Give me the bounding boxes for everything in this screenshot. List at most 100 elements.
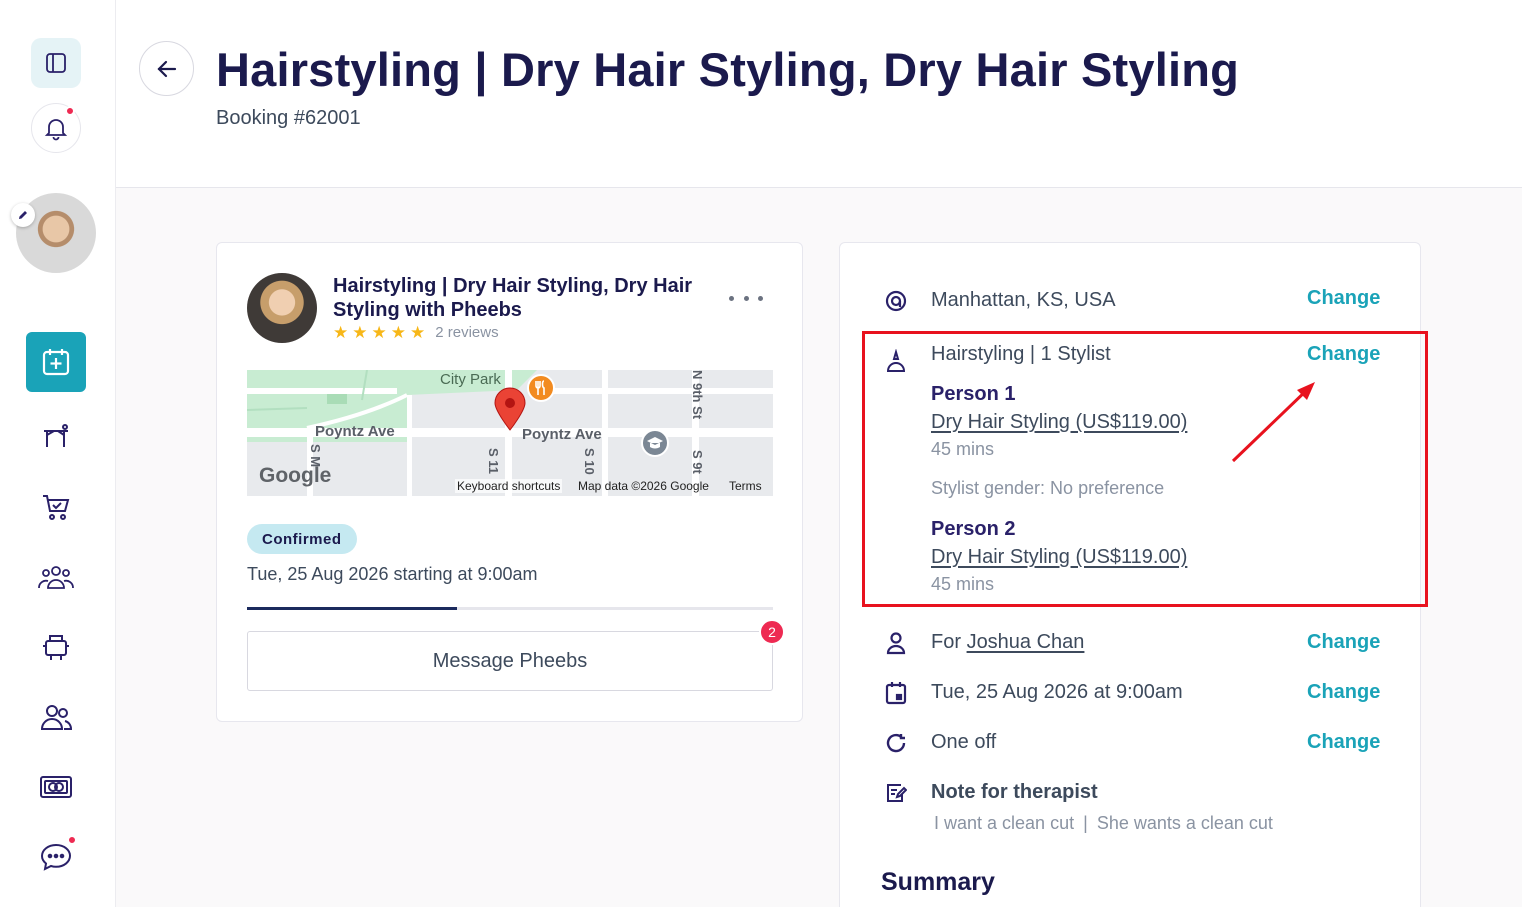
chat-icon xyxy=(40,843,72,871)
nav-team[interactable] xyxy=(31,557,81,597)
storefront-icon xyxy=(43,635,69,660)
client-row: For Joshua Chan xyxy=(931,631,1084,654)
for-prefix: For xyxy=(931,631,961,653)
booking-details-card: Manhattan, KS, USA Change Hairstyling | … xyxy=(839,242,1421,907)
map-label-poyntz-right: Poyntz Ave xyxy=(522,426,602,443)
google-logo: Google xyxy=(259,464,332,487)
map-data-credit: Map data ©2026 Google xyxy=(578,479,709,493)
stylist-gender: Stylist gender: No preference xyxy=(931,478,1165,498)
person-1-label: Person 1 xyxy=(931,383,1016,405)
frequency-row-icon xyxy=(884,731,908,755)
change-client-button[interactable]: Change xyxy=(1307,631,1380,654)
team-icon xyxy=(38,566,74,589)
map-label-s9: S 9t xyxy=(690,450,705,474)
booking-date: Tue, 25 Aug 2026 starting at 9:00am xyxy=(247,564,538,584)
map-label-city-park: City Park xyxy=(440,371,501,388)
rating-stars: ★ ★ ★ ★ ★ 2 reviews xyxy=(333,324,499,341)
unread-messages-badge: 2 xyxy=(759,619,785,645)
hair-treatment-icon xyxy=(886,349,906,372)
dot-icon xyxy=(743,295,749,301)
dot-icon xyxy=(758,295,763,301)
booking-frequency: One off xyxy=(931,731,997,753)
bell-icon xyxy=(44,119,68,141)
person-2-service-link[interactable]: Dry Hair Styling (US$119.00) xyxy=(931,546,1187,569)
sidebar xyxy=(0,0,116,907)
map-label-s10: S 10 xyxy=(582,448,597,475)
change-service-button[interactable]: Change xyxy=(1307,343,1380,366)
note-title: Note for therapist xyxy=(931,781,1098,803)
person-1-service-link[interactable]: Dry Hair Styling (US$119.00) xyxy=(931,411,1187,434)
location-map[interactable]: City Park Poyntz Ave Poyntz Ave S 11 S 1… xyxy=(247,370,773,496)
pro-booking-card: Hairstyling | Dry Hair Styling, Dry Hair… xyxy=(216,242,803,722)
person-1-duration: 45 mins xyxy=(931,439,995,459)
change-datetime-button[interactable]: Change xyxy=(1307,681,1380,704)
panel-toggle-icon xyxy=(46,53,66,73)
sidebar-toggle-button[interactable] xyxy=(31,38,81,88)
map-label-poyntz-left: Poyntz Ave xyxy=(315,423,395,440)
booking-progress-bar xyxy=(247,607,773,610)
reviews-count[interactable]: 2 reviews xyxy=(435,324,498,341)
page-header: Hairstyling | Dry Hair Styling, Dry Hair… xyxy=(116,0,1522,188)
nav-massage-table[interactable] xyxy=(31,417,81,457)
star-icon: ★ xyxy=(390,323,406,342)
restaurant-icon xyxy=(527,374,555,402)
users-icon xyxy=(40,705,72,730)
person-2-duration: 45 mins xyxy=(931,574,995,594)
change-frequency-button[interactable]: Change xyxy=(1307,731,1380,754)
status-badge: Confirmed xyxy=(247,524,357,554)
page-title: Hairstyling | Dry Hair Styling, Dry Hair… xyxy=(216,43,1240,96)
back-button[interactable] xyxy=(139,41,194,96)
map-keyboard-shortcuts-link[interactable]: Keyboard shortcuts xyxy=(455,479,563,493)
nav-stall[interactable] xyxy=(31,627,81,667)
nav-messages[interactable] xyxy=(31,835,81,877)
calendar-icon xyxy=(885,682,907,705)
map-label-s11: S 11 xyxy=(486,448,501,475)
person-2-label: Person 2 xyxy=(931,518,1016,540)
note-text-2: She wants a clean cut xyxy=(1096,813,1273,833)
booking-number: Booking #62001 xyxy=(216,107,361,129)
note-separator: | xyxy=(1083,813,1088,833)
location-row-icon xyxy=(884,289,908,313)
dot-icon xyxy=(729,295,734,301)
notifications-button[interactable] xyxy=(31,103,81,153)
massage-table-icon xyxy=(44,424,68,447)
message-pro-button[interactable]: Message Pheebs xyxy=(247,631,773,691)
cart-icon xyxy=(43,495,70,520)
nav-clients[interactable] xyxy=(31,697,81,737)
pro-booking-title: Hairstyling | Dry Hair Styling, Dry Hair… xyxy=(333,275,693,321)
location-text: Manhattan, KS, USA xyxy=(931,289,1116,311)
edit-avatar-button[interactable] xyxy=(11,203,35,227)
change-location-button[interactable]: Change xyxy=(1307,287,1380,310)
summary-heading: Summary xyxy=(881,868,995,896)
chat-notification-dot xyxy=(67,835,77,845)
new-booking-button[interactable] xyxy=(26,332,86,392)
star-icon: ★ xyxy=(371,323,387,342)
date-row-icon xyxy=(884,681,908,705)
arrow-left-icon xyxy=(156,60,176,77)
star-icon: ★ xyxy=(410,323,426,342)
note-row-icon xyxy=(884,781,908,805)
pencil-icon xyxy=(19,211,27,219)
nav-cart[interactable] xyxy=(31,487,81,527)
person-icon xyxy=(886,632,906,655)
note-text-1: I want a clean cut xyxy=(934,813,1075,833)
star-icon: ★ xyxy=(352,323,368,342)
school-icon xyxy=(641,429,669,457)
location-target-icon xyxy=(885,290,907,312)
calendar-plus-icon xyxy=(42,349,70,376)
progress-fill xyxy=(247,607,458,610)
client-name-link[interactable]: Joshua Chan xyxy=(967,631,1085,653)
note-edit-icon xyxy=(887,784,907,802)
service-summary: Hairstyling | 1 Stylist xyxy=(931,343,1111,365)
booking-datetime: Tue, 25 Aug 2026 at 9:00am xyxy=(931,681,1183,703)
repeat-icon xyxy=(886,733,906,753)
pro-avatar[interactable] xyxy=(247,273,317,343)
cash-icon xyxy=(40,776,72,798)
map-terms-link[interactable]: Terms xyxy=(729,479,762,493)
map-pin-icon xyxy=(494,387,526,431)
star-icon: ★ xyxy=(333,323,349,342)
more-options-button[interactable] xyxy=(729,288,763,308)
note-text: I want a clean cut | She wants a clean c… xyxy=(934,813,1273,834)
map-label-n9: N 9th St xyxy=(690,370,705,420)
nav-payments[interactable] xyxy=(31,767,81,807)
